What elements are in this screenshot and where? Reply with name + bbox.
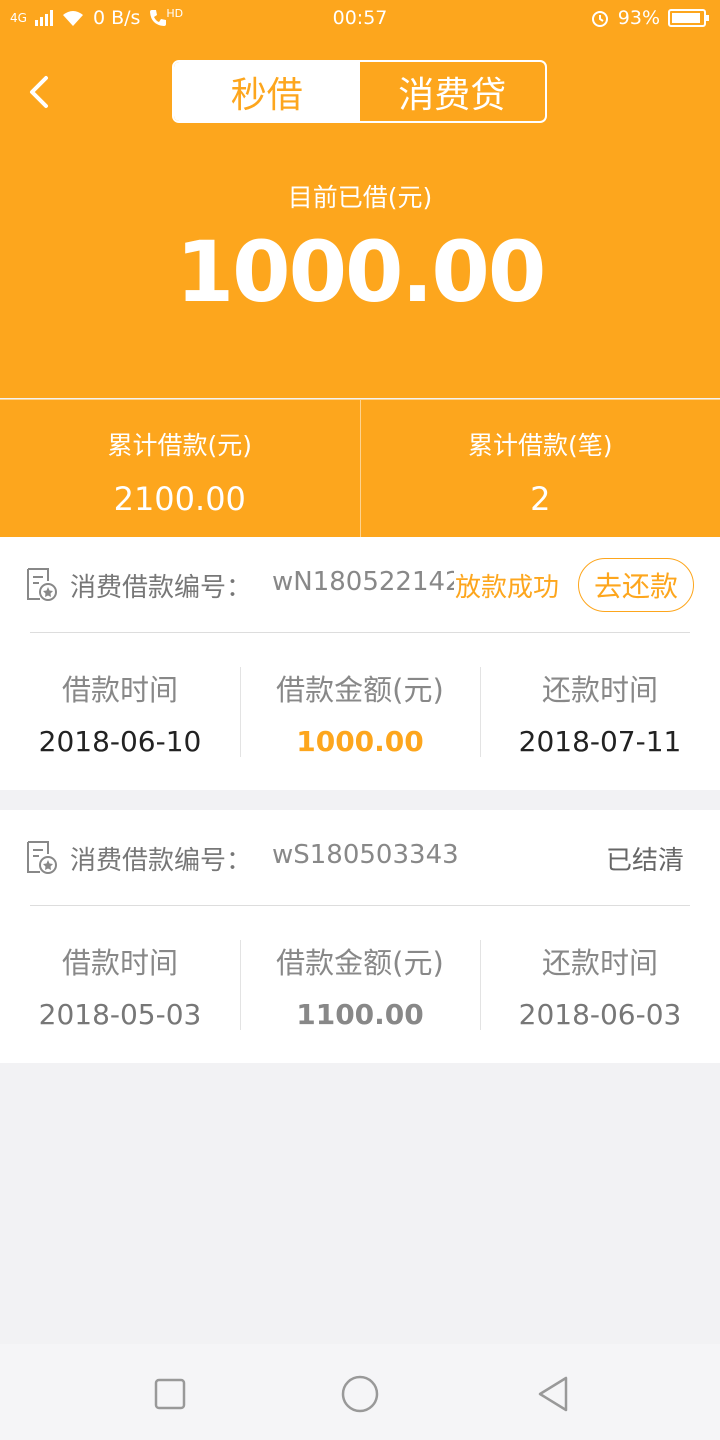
loan-card[interactable]: 消费借款编号： wS180503343 已结清 借款时间 2018-05-03 … <box>0 810 720 1063</box>
header: 秒借 消费贷 目前已借(元) 1000.00 <box>0 38 720 398</box>
stat-total-count: 累计借款(笔) 2 <box>359 400 720 537</box>
battery-icon <box>668 9 709 27</box>
loan-card-body: 借款时间 2018-05-03 借款金额(元) 1100.00 还款时间 201… <box>0 906 720 1063</box>
repay-date-value: 2018-07-11 <box>518 725 682 758</box>
segmented-control: 秒借 消费贷 <box>172 60 547 123</box>
loan-date-label: 借款时间 <box>61 946 178 980</box>
stats-row: 累计借款(元) 2100.00 累计借款(笔) 2 <box>0 399 720 537</box>
back-button[interactable] <box>20 68 64 116</box>
order-number: wN18052214223 <box>272 567 454 597</box>
loan-amount-col: 借款金额(元) 1000.00 <box>240 633 480 790</box>
loan-status: 已结清 <box>605 846 684 876</box>
loan-date-col: 借款时间 2018-06-10 <box>0 633 240 790</box>
repay-date-col: 还款时间 2018-07-11 <box>480 633 720 790</box>
loan-card-header: 消费借款编号： wS180503343 已结清 <box>0 810 720 906</box>
order-label: 消费借款编号： <box>70 573 253 603</box>
loan-amount-value: 1000.00 <box>296 725 424 758</box>
current-borrowed-label: 目前已借(元) <box>287 183 433 212</box>
stat-total-amount: 累计借款(元) 2100.00 <box>0 400 360 537</box>
current-borrowed-amount: 1000.00 <box>175 223 547 321</box>
stat-label: 累计借款(笔) <box>467 431 613 460</box>
battery-percent: 93% <box>617 7 660 29</box>
loan-status: 放款成功 <box>455 573 560 603</box>
tab-miaojie[interactable]: 秒借 <box>174 62 360 121</box>
stat-value: 2 <box>530 480 551 518</box>
system-nav-bar <box>0 1344 720 1440</box>
loan-amount-value: 1100.00 <box>296 998 424 1031</box>
alarm-icon <box>591 11 608 27</box>
loan-amount-label: 借款金额(元) <box>276 673 444 707</box>
loan-date-col: 借款时间 2018-05-03 <box>0 906 240 1063</box>
loan-date-label: 借款时间 <box>61 673 178 707</box>
repay-date-value: 2018-06-03 <box>518 998 682 1031</box>
loan-card-body: 借款时间 2018-06-10 借款金额(元) 1000.00 还款时间 201… <box>0 633 720 790</box>
repay-date-label: 还款时间 <box>541 946 658 980</box>
repay-button[interactable]: 去还款 <box>578 558 694 612</box>
loan-amount-col: 借款金额(元) 1100.00 <box>240 906 480 1063</box>
recent-apps-icon[interactable] <box>150 1374 190 1414</box>
loan-amount-label: 借款金额(元) <box>276 946 444 980</box>
document-icon <box>27 568 57 601</box>
loan-card[interactable]: 消费借款编号： wN18052214223 放款成功 去还款 借款时间 2018… <box>0 537 720 790</box>
document-icon <box>27 841 57 874</box>
status-right: 93% <box>590 7 709 29</box>
loan-date-value: 2018-06-10 <box>38 725 202 758</box>
home-icon[interactable] <box>340 1374 380 1414</box>
order-label: 消费借款编号： <box>70 846 253 876</box>
stat-value: 2100.00 <box>113 480 246 518</box>
stat-label: 累计借款(元) <box>107 431 252 460</box>
back-icon[interactable] <box>534 1374 574 1414</box>
tab-xiaofeidai[interactable]: 消费贷 <box>360 62 546 121</box>
repay-date-col: 还款时间 2018-06-03 <box>480 906 720 1063</box>
back-arrow-icon <box>30 76 48 108</box>
status-bar: 4G 0 B/s HD 00:57 93% <box>0 0 720 38</box>
loan-card-header: 消费借款编号： wN18052214223 放款成功 去还款 <box>0 537 720 633</box>
order-number: wS180503343 <box>272 840 459 870</box>
repay-date-label: 还款时间 <box>541 673 658 707</box>
loan-date-value: 2018-05-03 <box>38 998 202 1031</box>
